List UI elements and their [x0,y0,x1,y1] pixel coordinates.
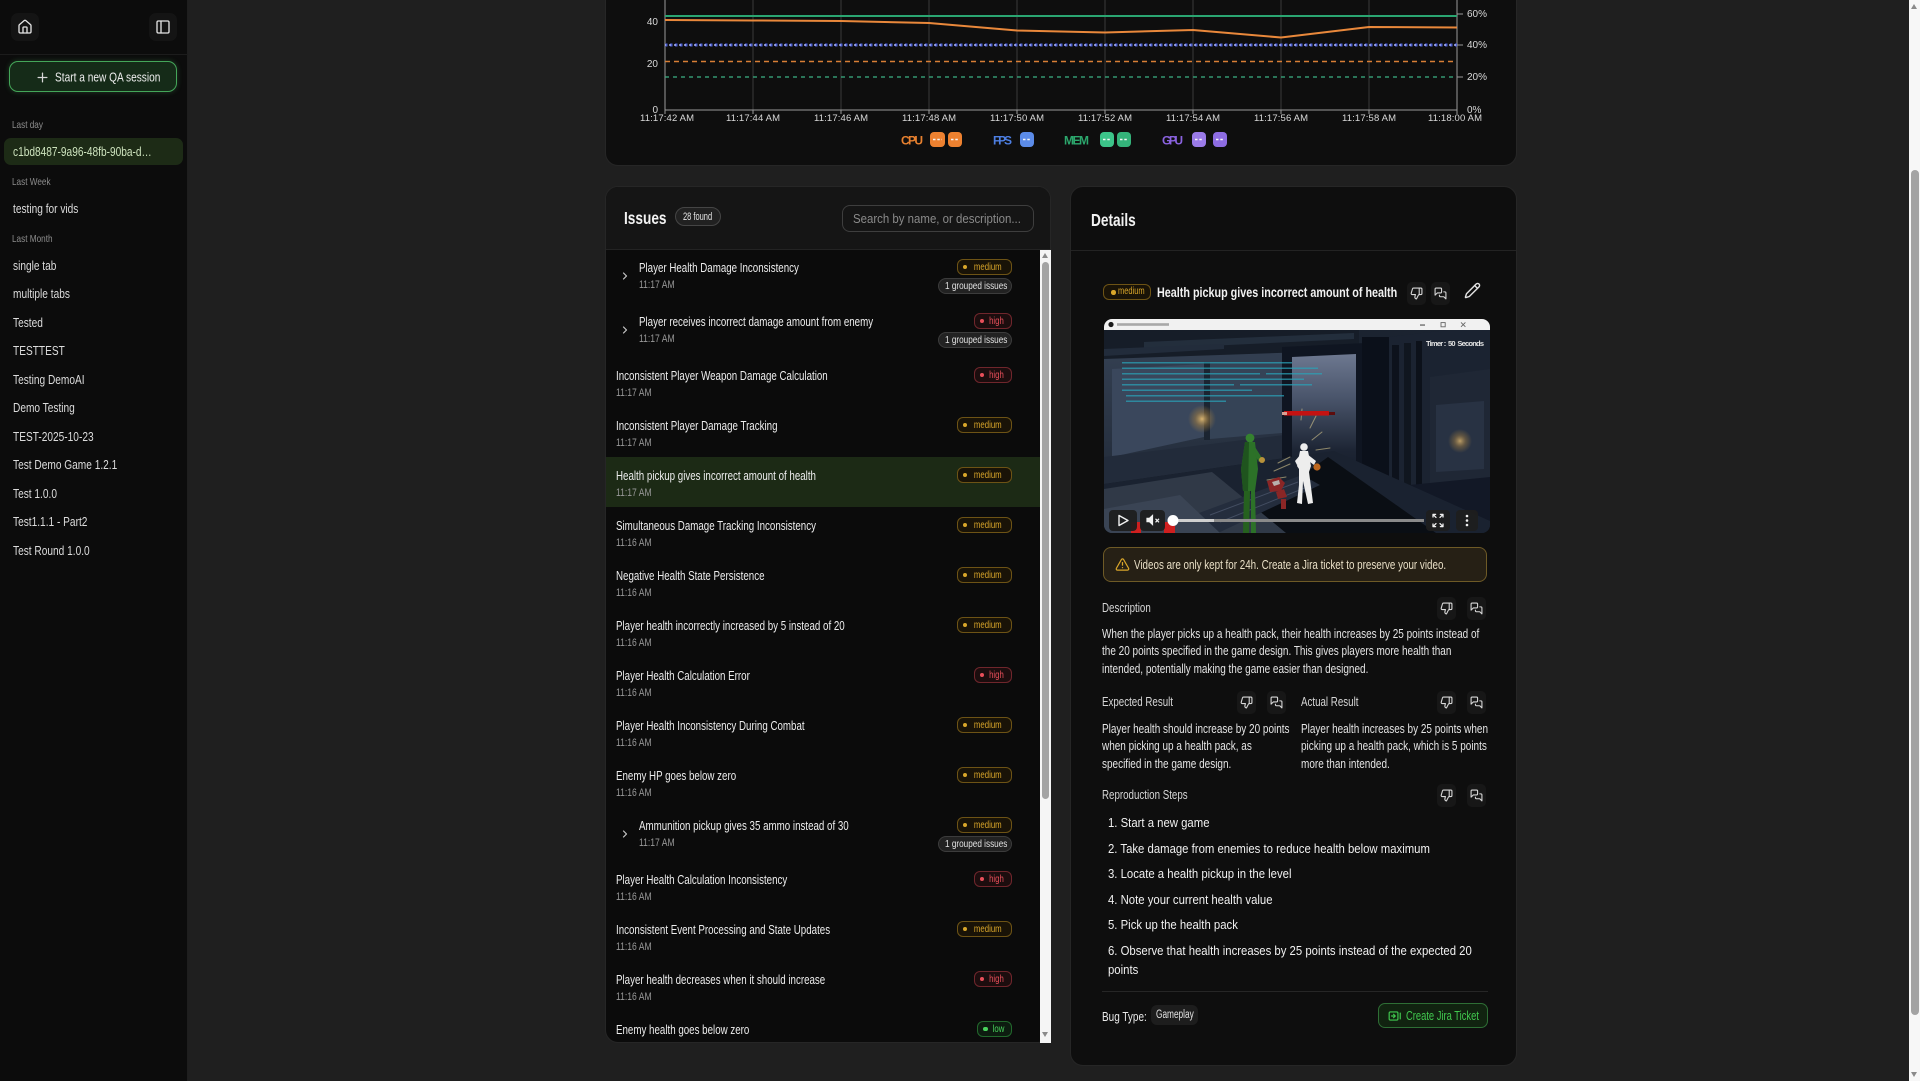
svg-text:CPU: CPU [901,134,923,148]
svg-text:11:17:56 AM: 11:17:56 AM [1254,113,1308,124]
svg-text:11:17:48 AM: 11:17:48 AM [902,113,956,124]
svg-text:Timer : 50 Seconds: Timer : 50 Seconds [1426,339,1484,348]
svg-text:11:17:58 AM: 11:17:58 AM [1342,113,1396,124]
svg-text:60%: 60% [1467,9,1487,20]
svg-text:40: 40 [647,17,659,28]
svg-text:FPS: FPS [993,134,1012,148]
svg-text:11:17:50 AM: 11:17:50 AM [990,113,1044,124]
svg-text:20%: 20% [1467,72,1487,83]
svg-text:11:17:54 AM: 11:17:54 AM [1166,113,1220,124]
svg-text:GPU: GPU [1162,134,1183,148]
svg-text:11:17:52 AM: 11:17:52 AM [1078,113,1132,124]
svg-text:11:17:42 AM: 11:17:42 AM [640,113,694,124]
svg-text:MEM: MEM [1064,134,1089,148]
svg-text:20: 20 [647,59,659,70]
svg-text:11:18:00 AM: 11:18:00 AM [1428,113,1482,124]
svg-text:40%: 40% [1467,40,1487,51]
svg-text:11:17:44 AM: 11:17:44 AM [726,113,780,124]
svg-text:11:17:46 AM: 11:17:46 AM [814,113,868,124]
